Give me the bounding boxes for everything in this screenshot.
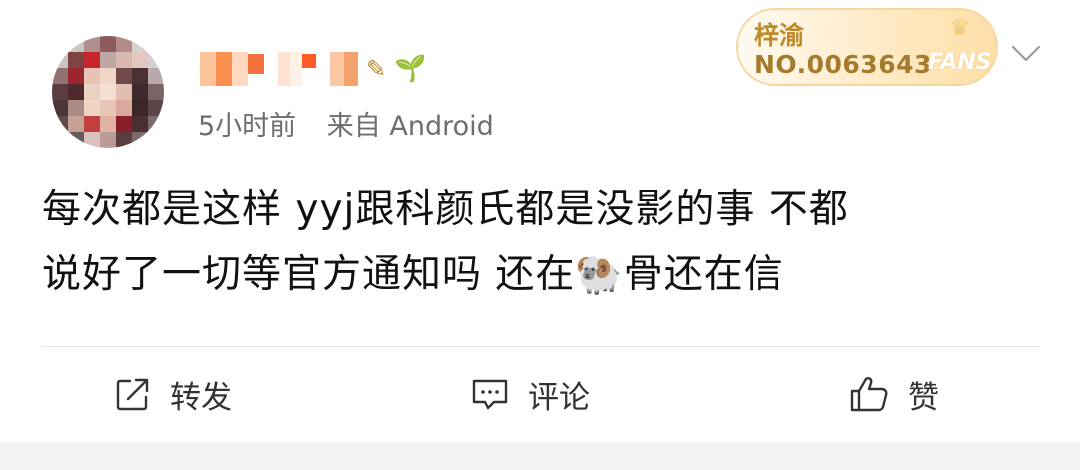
- post-meta: 5小时前 来自 Android: [198, 104, 494, 143]
- sheep-emoji-icon: 🐏: [575, 252, 624, 296]
- fan-badge-fans-label: FANS: [928, 50, 992, 75]
- repost-label: 转发: [170, 379, 232, 416]
- avatar[interactable]: [52, 36, 164, 148]
- post-text-line: 说好了一切等官方通知吗 还在🐏骨还在信: [42, 242, 1032, 307]
- username-mosaic-block: [248, 54, 264, 74]
- username-mosaic-block: [232, 52, 248, 86]
- divider: [42, 346, 1040, 347]
- action-bar: 转发 评论 赞: [0, 356, 1080, 436]
- post-text-line: 每次都是这样 yyj跟科颜氏都是没影的事 不都: [42, 187, 849, 232]
- username-mosaic-block: [330, 52, 344, 86]
- repost-button[interactable]: 转发: [114, 366, 232, 422]
- username-mosaic-block: [200, 52, 216, 86]
- fan-badge-name: 梓渝: [754, 21, 805, 50]
- like-button[interactable]: 赞: [848, 366, 939, 422]
- fan-badge-number: NO.0063643: [754, 50, 932, 79]
- thumbs-up-icon: [850, 377, 888, 412]
- username[interactable]: ✎ 🌱: [200, 52, 426, 86]
- fan-badge[interactable]: 梓渝 ♛ NO.0063643 FANS: [736, 8, 998, 86]
- sprout-icon: 🌱: [394, 54, 427, 84]
- post-text: 每次都是这样 yyj跟科颜氏都是没影的事 不都 说好了一切等官方通知吗 还在🐏骨…: [42, 178, 1032, 307]
- chevron-down-icon[interactable]: [1010, 42, 1042, 66]
- username-mosaic-block: [278, 52, 290, 86]
- repost-icon: [116, 378, 149, 411]
- username-mosaic-block: [302, 54, 316, 68]
- crown-icon: ♛: [950, 16, 970, 41]
- comment-button[interactable]: 评论: [470, 366, 590, 422]
- username-mosaic-block: [290, 52, 302, 86]
- post-time: 5小时前: [198, 111, 297, 142]
- comment-icon: [472, 379, 508, 410]
- comment-label: 评论: [528, 379, 590, 416]
- username-mosaic-block: [216, 52, 232, 86]
- user-tag-icon: ✎: [366, 55, 387, 83]
- like-label: 赞: [908, 379, 939, 416]
- section-separator: [0, 442, 1080, 470]
- post-source: 来自 Android: [326, 111, 494, 142]
- username-mosaic-block: [344, 52, 358, 86]
- post-text-segment: 说好了一切等官方通知吗 还在: [42, 252, 576, 297]
- weibo-post-card: ✎ 🌱 5小时前 来自 Android 梓渝 ♛ NO.0063643 FANS…: [0, 0, 1080, 470]
- post-text-segment: 骨还在信: [623, 252, 784, 297]
